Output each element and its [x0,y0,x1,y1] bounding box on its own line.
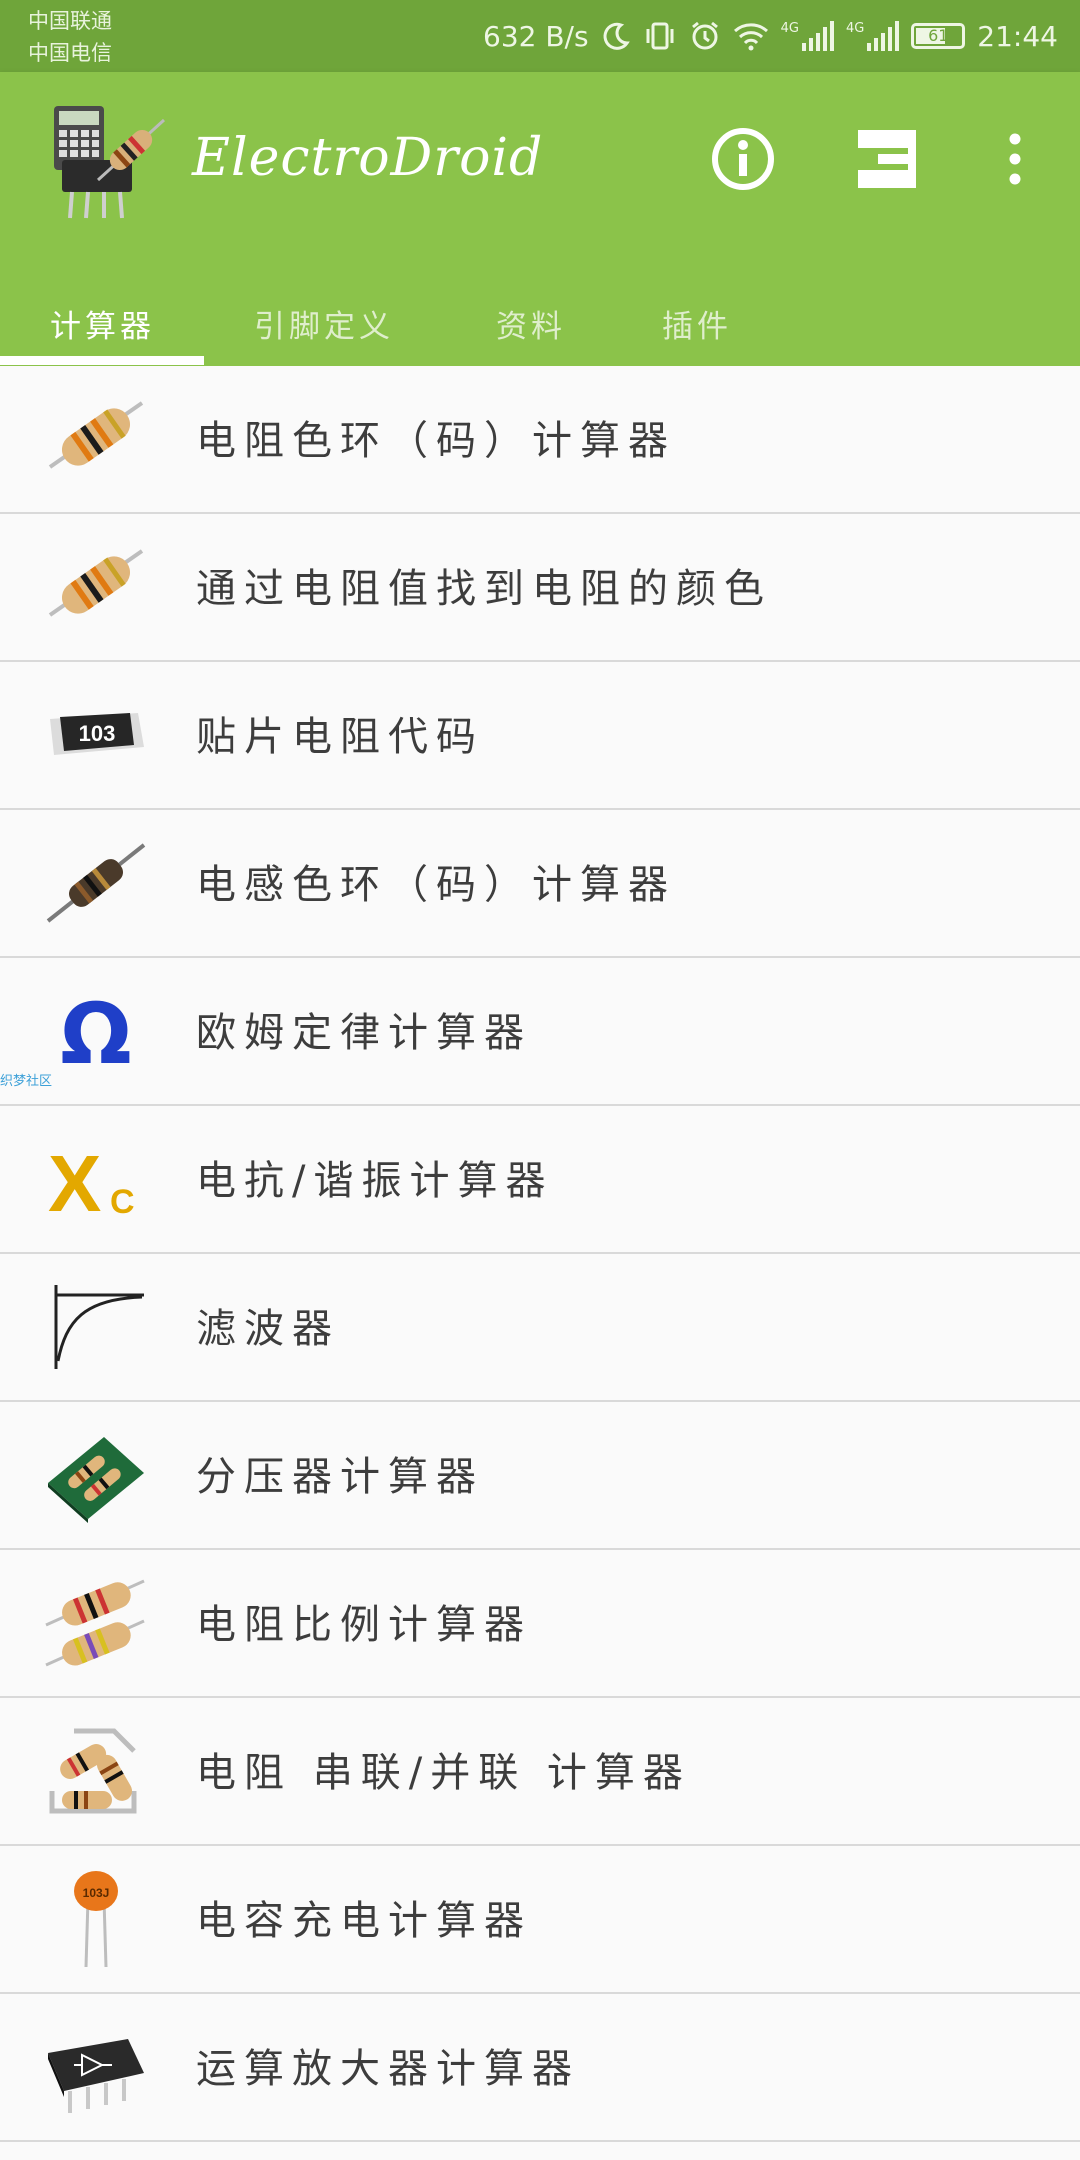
inductor-icon [46,843,146,923]
list-item-label: 分压器计算器 [196,1454,484,1500]
list-item-label: 电抗/谐振计算器 [196,1158,554,1204]
capacitor-icon: 103J [74,1871,118,1968]
alarm-icon [691,21,718,50]
wifi-icon [733,23,768,51]
tab-indicator [0,356,204,365]
list-item[interactable]: Ω 欧姆定律计算器 [0,958,1080,1106]
list-item[interactable]: 103J 电容充电计算器 [0,1846,1080,1994]
list-item-label: 运算放大器计算器 [196,2046,580,2092]
watermark: 织梦社区 [0,1074,53,1089]
svg-text:Ω: Ω [60,985,131,1081]
smd-resistor-icon: 103 [50,713,144,755]
list-item-label: 通过电阻值找到电阻的颜色 [196,566,772,612]
tab-calculators[interactable]: 计算器 [50,268,155,366]
list-item[interactable]: 滤波器 [0,1254,1080,1402]
svg-text:X: X [48,1139,101,1228]
app-logo-icon [54,106,166,219]
list-item-label: 电阻 串联/并联 计算器 [196,1750,691,1796]
tab-resources[interactable]: 资料 [496,268,566,366]
list-item[interactable]: 运算放大器计算器 [0,1994,1080,2142]
list-item[interactable]: 分压器计算器 [0,1402,1080,1550]
list-item-label: 电阻色环（码）计算器 [196,418,676,464]
moon-icon [603,22,630,50]
overflow-menu-button[interactable] [1000,124,1030,194]
list-item-label: 电阻比例计算器 [196,1602,532,1648]
ohm-icon: Ω [60,985,131,1081]
connector-button[interactable] [852,124,922,194]
resistor-network-icon [49,1728,137,1814]
battery-level: 61 [928,26,949,45]
svg-text:C: C [110,1183,135,1221]
signal-1-icon: 4G [781,21,834,51]
svg-text:103: 103 [79,721,116,746]
calculator-list: 电阻色环（码）计算器 通过电阻值找到电阻的颜色 103 贴片电阻代码 电感色环（… [0,366,1080,2142]
status-bar: 中国联通 中国电信 632 B/s 4G 4G 61 21:44 [0,0,1080,72]
signal-2-icon: 4G [846,21,900,51]
list-item-label: 滤波器 [196,1306,340,1352]
status-icons: 632 B/s 4G 4G 61 21:44 [483,0,1058,72]
network-speed: 632 B/s [483,19,589,53]
tab-pinouts[interactable]: 引脚定义 [254,268,394,366]
clock: 21:44 [977,19,1058,53]
info-icon [712,128,774,190]
list-item[interactable]: 电阻色环（码）计算器 [0,366,1080,514]
voltage-divider-icon [48,1437,144,1523]
filter-curve-icon [54,1285,144,1369]
tab-plugins[interactable]: 插件 [662,268,732,366]
list-item[interactable]: 电阻 串联/并联 计算器 [0,1698,1080,1846]
carrier-1: 中国联通 [28,9,112,33]
list-item[interactable]: X C 电抗/谐振计算器 [0,1106,1080,1254]
list-item[interactable]: 通过电阻值找到电阻的颜色 [0,514,1080,662]
connector-icon [858,130,916,188]
tab-bar: 计算器 引脚定义 资料 插件 [0,268,1080,366]
list-item-label: 电容充电计算器 [196,1898,532,1944]
info-button[interactable] [708,124,778,194]
svg-text:103J: 103J [83,1886,110,1900]
battery-icon: 61 [911,23,966,49]
list-item-label: 贴片电阻代码 [196,714,484,760]
list-item[interactable]: 103 贴片电阻代码 [0,662,1080,810]
app-bar: ElectroDroid 计算器 引脚定义 资料 插件 [0,72,1080,366]
resistor-pair-icon [45,1579,145,1667]
list-item[interactable]: 电阻比例计算器 [0,1550,1080,1698]
opamp-chip-icon [48,2039,144,2113]
carrier-2: 中国电信 [28,41,112,65]
reactance-icon: X C [48,1139,135,1228]
resistor-icon [48,401,144,469]
list-item[interactable]: 电感色环（码）计算器 [0,810,1080,958]
resistor-icon [48,549,144,617]
list-item-label: 电感色环（码）计算器 [196,862,676,908]
list-item-label: 欧姆定律计算器 [196,1010,532,1056]
app-title: ElectroDroid [192,128,544,188]
vibrate-icon [646,22,674,50]
more-vert-icon [1009,133,1021,185]
